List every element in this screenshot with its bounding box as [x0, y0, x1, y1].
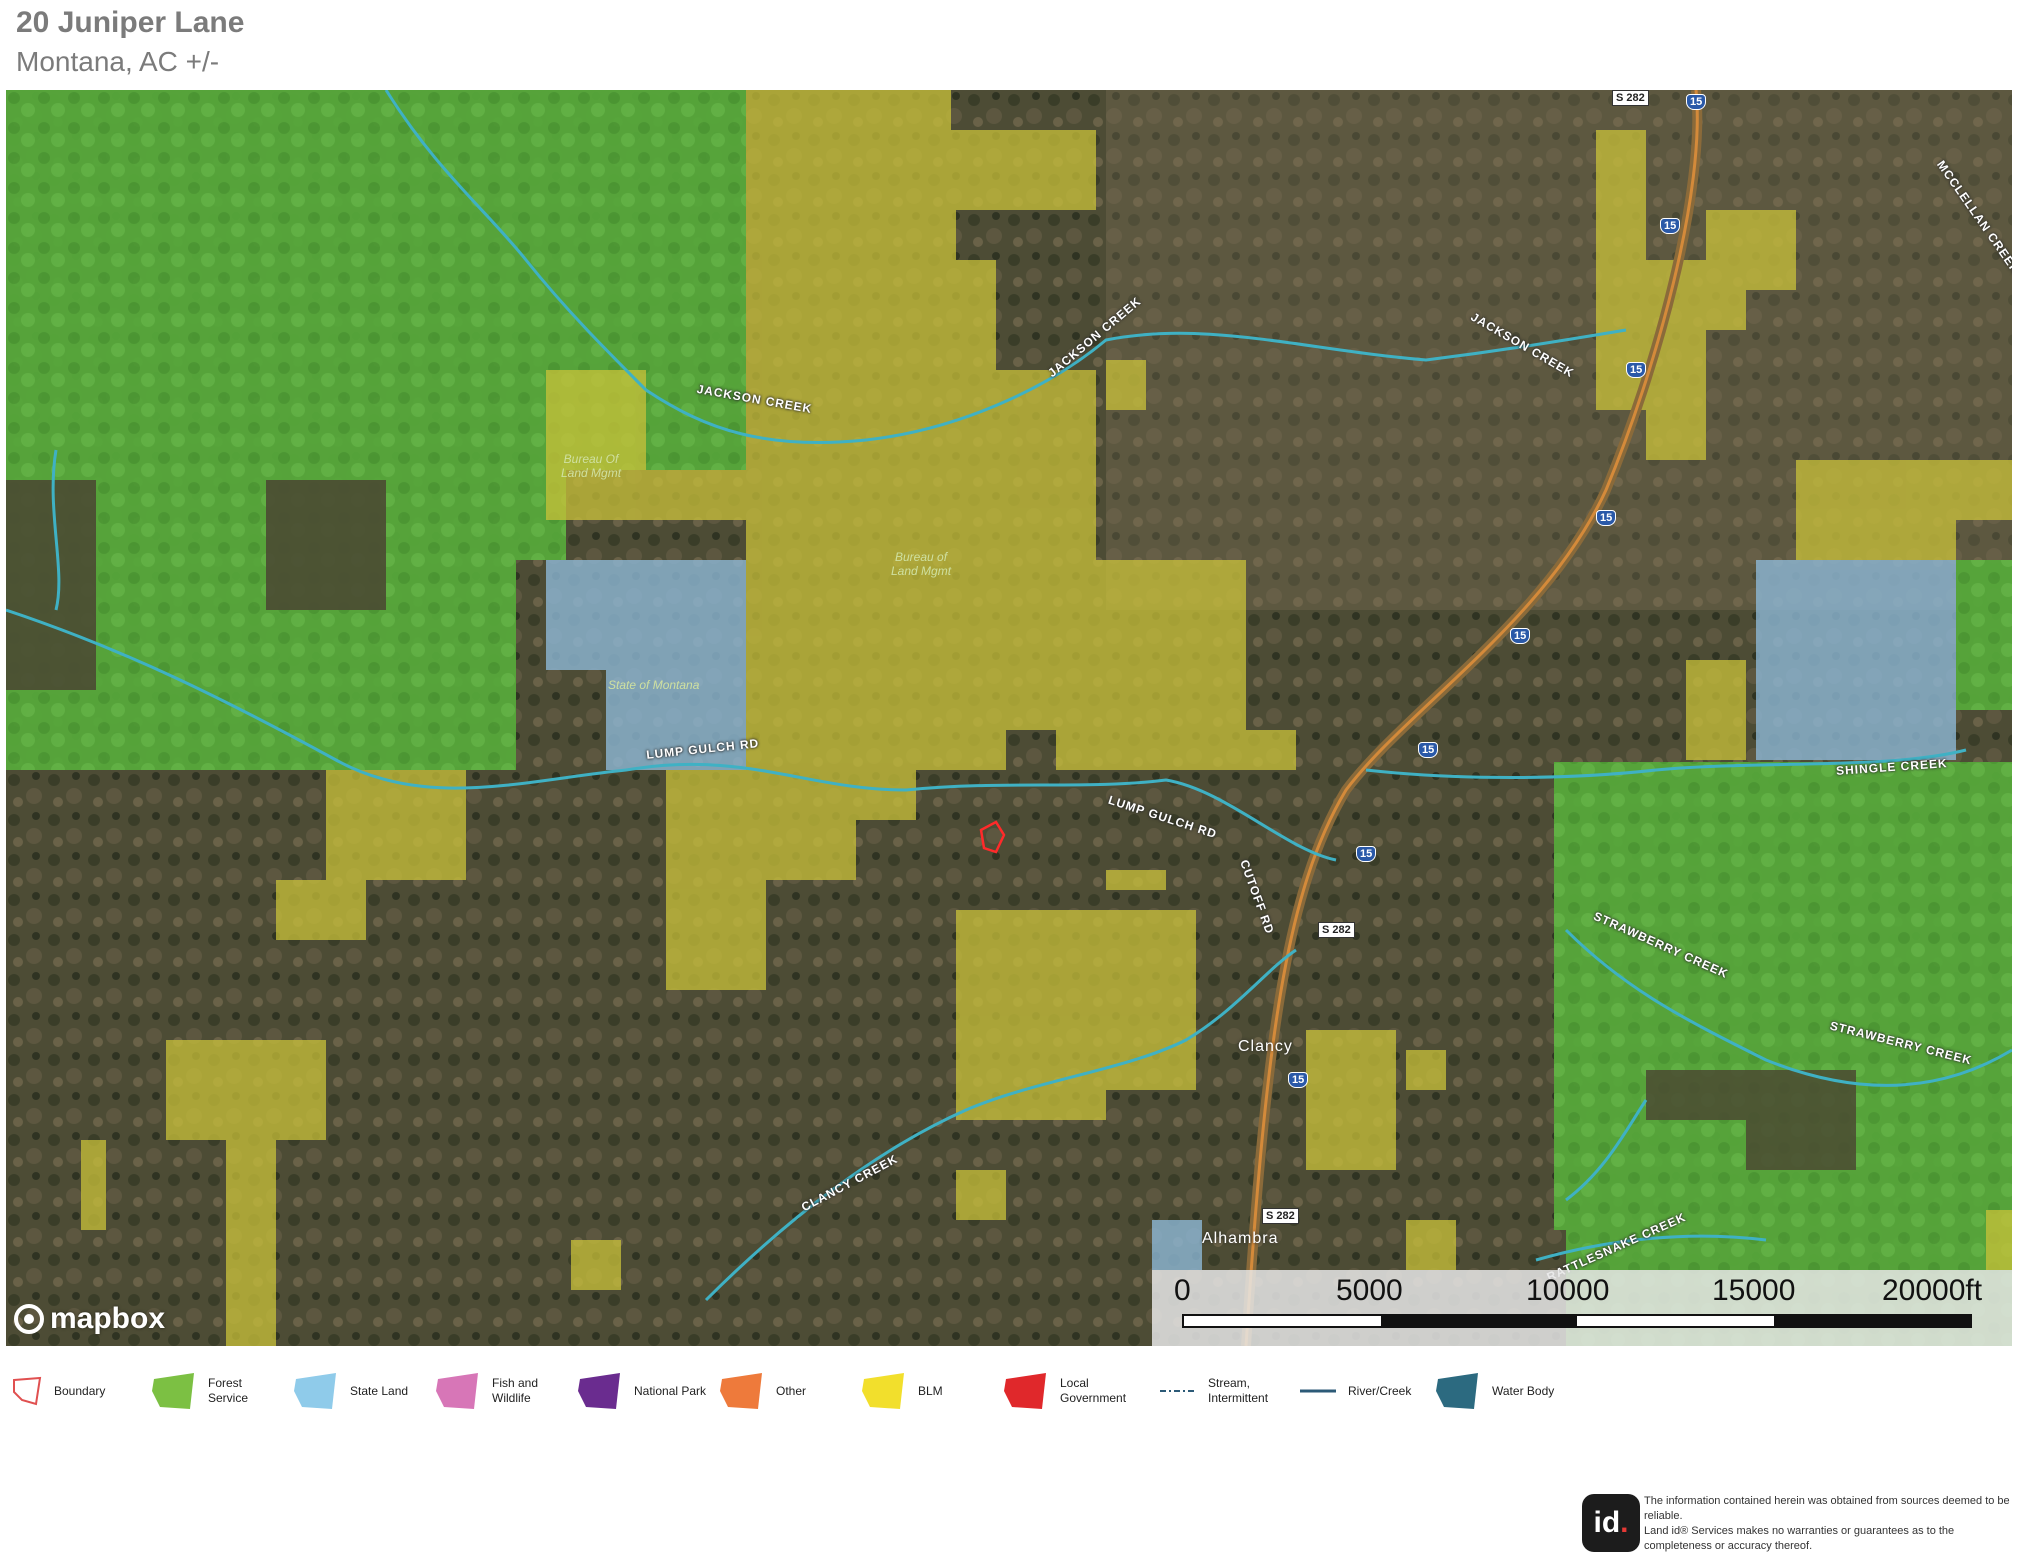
fish-wildlife-icon	[436, 1373, 478, 1409]
legend-item-national-park: National Park	[576, 1368, 724, 1414]
national-park-icon	[578, 1373, 620, 1409]
highway-s282-marker: S 282	[1262, 1208, 1299, 1224]
land-label-blm: Bureau Of Land Mgmt	[561, 452, 622, 480]
land-id-logo-text: id	[1593, 1506, 1621, 1539]
legend-label: Stream, Intermittent	[1208, 1376, 1269, 1405]
interstate-15-shield: 15	[1356, 846, 1377, 862]
legend-item-water-body: Water Body	[1434, 1368, 1582, 1414]
interstate-15-shield: 15	[1288, 1072, 1309, 1088]
local-government-icon	[1004, 1373, 1046, 1409]
legend-label: Water Body	[1492, 1383, 1555, 1398]
legend-label: River/Creek	[1348, 1383, 1412, 1398]
interstate-15-shield: 15	[1626, 362, 1647, 378]
legend-label: Boundary	[54, 1383, 106, 1398]
scale-bar-track	[1182, 1314, 1972, 1328]
blm-icon	[862, 1373, 904, 1409]
legend-item-state-land: State Land	[292, 1368, 440, 1414]
stream-intermittent-icon	[1160, 1390, 1196, 1392]
interstate-15-shield: 15	[1686, 94, 1707, 110]
legend-label: BLM	[918, 1383, 943, 1398]
scale-tick-label: 5000	[1336, 1274, 1403, 1307]
place-label-clancy: Clancy	[1238, 1038, 1293, 1055]
page-title: 20 Juniper Lane	[16, 6, 245, 39]
scale-tick-label: 10000	[1526, 1274, 1610, 1307]
legend-item-local-government: Local Government	[1002, 1368, 1150, 1414]
scale-tick-label: 15000	[1712, 1274, 1796, 1307]
land-id-logo: id.	[1582, 1494, 1640, 1552]
map-canvas	[6, 90, 2012, 1346]
mapbox-attribution[interactable]: mapbox	[14, 1302, 165, 1336]
legend-item-fish-wildlife: Fish and Wildlife	[434, 1368, 582, 1414]
mapbox-logo-icon	[14, 1304, 44, 1334]
legend-item-river-creek: River/Creek	[1298, 1368, 1438, 1414]
disclaimer-text: The information contained herein was obt…	[1644, 1495, 2010, 1552]
highway-s282-marker: S 282	[1318, 922, 1355, 938]
legend-item-boundary: Boundary	[10, 1368, 144, 1414]
legend-item-forest-service: Forest Service	[150, 1368, 298, 1414]
legend-label: Forest Service	[208, 1376, 249, 1405]
land-label-blm: Bureau of Land Mgmt	[891, 550, 952, 578]
legend-label: Other	[776, 1383, 807, 1398]
legend-label: State Land	[350, 1383, 409, 1398]
legend-label: Fish and Wildlife	[492, 1376, 539, 1405]
interstate-15-shield: 15	[1596, 510, 1617, 526]
interstate-15-shield: 15	[1660, 218, 1681, 234]
scale-tick-label: 0	[1174, 1274, 1191, 1307]
legend-item-stream-intermittent: Stream, Intermittent	[1158, 1368, 1298, 1414]
water-body-icon	[1436, 1373, 1478, 1409]
boundary-icon	[13, 1376, 42, 1406]
place-label-alhambra: Alhambra	[1202, 1230, 1279, 1247]
forest-service-area-ne	[1956, 560, 2012, 710]
river-creek-icon	[1300, 1389, 1336, 1393]
legend-label: National Park	[634, 1383, 707, 1398]
mapbox-attribution-text: mapbox	[50, 1302, 166, 1335]
scale-tick-label: 20000ft	[1882, 1274, 1983, 1307]
scale-bar: 0 5000 10000 15000 20000ft	[1152, 1270, 2012, 1346]
land-id-logo-dot: .	[1620, 1506, 1629, 1539]
page-subtitle: Montana, AC +/-	[16, 46, 220, 77]
legend-item-other: Other	[718, 1368, 866, 1414]
other-icon	[720, 1373, 762, 1409]
map-legend: Boundary Forest Service State Land Fish …	[10, 1368, 1610, 1414]
map-view[interactable]: JACKSON CREEK JACKSON CREEK JACKSON CREE…	[6, 90, 2012, 1346]
state-land-icon	[294, 1373, 336, 1409]
land-label-state: State of Montana	[608, 678, 700, 692]
legend-label: Local Government	[1060, 1376, 1127, 1405]
interstate-15-shield: 15	[1418, 742, 1439, 758]
legend-item-blm: BLM	[860, 1368, 1008, 1414]
highway-s282-marker: S 282	[1612, 90, 1649, 106]
forest-service-icon	[152, 1373, 194, 1409]
interstate-15-shield: 15	[1510, 628, 1531, 644]
